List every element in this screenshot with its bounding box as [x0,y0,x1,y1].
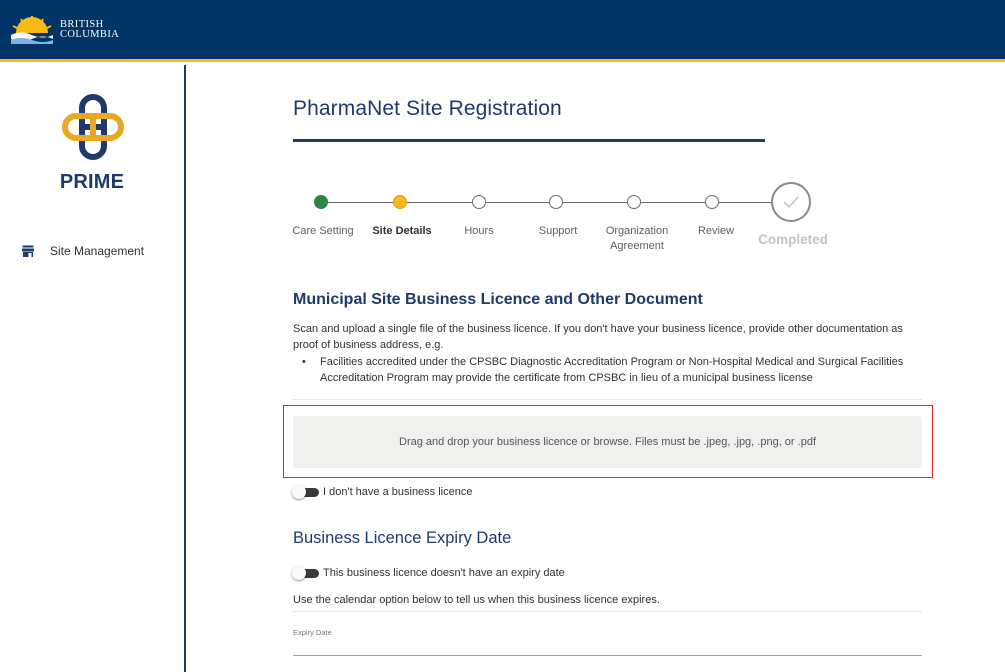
step-organization-agreement-dot[interactable] [627,195,641,209]
divider [293,399,922,400]
registration-stepper: Care Setting Site Details Hours Support … [292,182,933,265]
toggle-knob [292,566,306,580]
licence-description: Scan and upload a single file of the bus… [293,323,903,351]
step-label-completed: Completed [758,232,828,247]
step-connector [563,202,627,203]
expiry-date-input[interactable] [293,655,922,656]
sidebar-item-label: Site Management [50,244,145,258]
toggle-switch[interactable] [292,485,319,499]
bc-logo-text: BRITISH COLUMBIA [60,19,120,40]
step-connector [328,202,393,203]
sidebar: PRIME Site Management [0,65,186,672]
no-licence-toggle-label: I don't have a business licence [323,486,473,498]
checkmark-icon [783,196,799,209]
step-care-setting-dot[interactable] [314,195,328,209]
licence-section-title: Municipal Site Business Licence and Othe… [293,291,703,308]
licence-bullet-text: Facilities accredited under the CPSBC Di… [320,356,904,384]
licence-bullet-item: • Facilities accredited under the CPSBC … [302,354,917,386]
toggle-switch[interactable] [292,566,319,580]
step-label-organization-agreement[interactable]: Organization Agreement [597,224,677,254]
bc-sun-icon [11,16,53,44]
step-connector [719,202,771,203]
bc-logo-line2: COLUMBIA [60,29,120,40]
title-underline [293,139,765,142]
no-expiry-toggle[interactable]: This business licence doesn't have an ex… [292,565,565,581]
bc-gov-logo[interactable]: BRITISH COLUMBIA [10,14,122,46]
step-label-support[interactable]: Support [518,224,598,239]
toggle-knob [292,485,306,499]
step-hours-dot[interactable] [472,195,486,209]
top-header-bar: BRITISH COLUMBIA [0,0,1005,62]
expiry-instruction: Use the calendar option below to tell us… [293,594,660,606]
prime-logo-icon [62,94,124,160]
divider [293,611,922,612]
step-connector [407,202,472,203]
step-review-dot[interactable] [705,195,719,209]
app-name: PRIME [59,171,125,193]
step-site-details-dot[interactable] [393,195,407,209]
page-title: PharmaNet Site Registration [293,97,562,120]
step-label-site-details[interactable]: Site Details [362,224,442,239]
expiry-section-title: Business Licence Expiry Date [293,529,512,547]
step-connector [486,202,549,203]
no-licence-toggle[interactable]: I don't have a business licence [292,484,473,500]
no-expiry-toggle-label: This business licence doesn't have an ex… [323,567,565,579]
file-dropzone[interactable]: Drag and drop your business licence or b… [293,416,922,468]
step-support-dot[interactable] [549,195,563,209]
bullet-dot: • [302,356,306,368]
expiry-date-label: Expiry Date [293,628,332,637]
step-label-care-setting[interactable]: Care Setting [283,224,363,239]
sidebar-item-site-management[interactable]: Site Management [22,241,144,261]
dropzone-text: Drag and drop your business licence or b… [399,436,816,448]
store-icon [22,245,34,257]
step-label-hours[interactable]: Hours [439,224,519,239]
step-connector [641,202,705,203]
step-completed-circle [771,182,811,222]
